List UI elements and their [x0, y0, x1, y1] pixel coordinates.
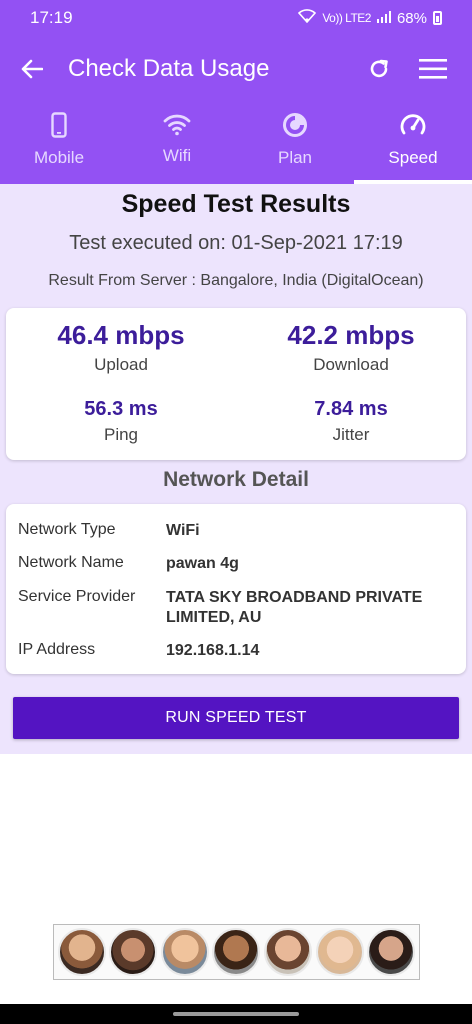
speedometer-icon [400, 114, 426, 135]
network-type-key: Network Type [18, 521, 116, 538]
network-detail-title: Network Detail [163, 468, 309, 491]
tab-mobile[interactable]: Mobile [0, 102, 118, 184]
avatar [315, 928, 364, 976]
tab-mobile-label: Mobile [33, 148, 85, 167]
network-detail-card: Network Type WiFi Network Name pawan 4g … [6, 504, 466, 674]
avatar [212, 928, 261, 976]
battery-percent: 68% [396, 9, 427, 27]
avatar [264, 928, 313, 976]
service-provider-key: Service Provider [18, 588, 136, 605]
service-provider-value: TATA SKY BROADBAND PRIVATE LIMITED, AU [166, 589, 423, 626]
tab-speed[interactable]: Speed [354, 102, 472, 184]
ping-label: Ping [103, 425, 139, 444]
app-bar: Check Data Usage [0, 36, 472, 102]
wifi-icon [163, 114, 191, 136]
menu-button[interactable] [406, 36, 460, 102]
tab-wifi[interactable]: Wifi [118, 102, 236, 184]
tab-bar: Mobile Wifi Plan Speed [0, 102, 472, 184]
page-title: Check Data Usage [68, 55, 270, 82]
download-value: 42.2 mbps [287, 320, 415, 350]
tab-plan[interactable]: Plan [236, 102, 354, 184]
home-indicator[interactable] [173, 1012, 299, 1016]
network-name-value: pawan 4g [166, 555, 239, 572]
refresh-button[interactable] [352, 36, 406, 102]
back-button[interactable] [0, 36, 64, 102]
avatar [160, 928, 209, 976]
upload-stat: 46.4 mbps Upload [6, 320, 236, 375]
status-bar: 17:19 Vo)) LTE2 68% [0, 0, 472, 36]
ip-address-value: 192.168.1.14 [166, 642, 260, 659]
speed-results-panel: Speed Test Results Test executed on: 01-… [0, 184, 472, 754]
refresh-icon [370, 59, 388, 78]
plan-icon [283, 113, 307, 137]
network-type-value: WiFi [166, 522, 200, 539]
executed-timestamp: Test executed on: 01-Sep-2021 17:19 [69, 232, 403, 254]
avatar [57, 928, 106, 976]
upload-label: Upload [94, 355, 148, 374]
avatar [109, 928, 158, 976]
download-label: Download [313, 355, 389, 374]
network-name-row: Network Name pawan 4g [18, 554, 458, 574]
ping-value: 56.3 ms [84, 398, 158, 420]
network-name-key: Network Name [18, 554, 124, 571]
avatar [367, 928, 416, 976]
wifi-status-icon [298, 9, 317, 27]
network-label: Vo)) LTE2 [322, 11, 371, 25]
server-info: Result From Server : Bangalore, India (D… [48, 272, 424, 289]
ip-address-row: IP Address 192.168.1.14 [18, 641, 458, 661]
tab-wifi-label: Wifi [162, 146, 192, 165]
status-icons: Vo)) LTE2 68% [298, 9, 442, 27]
tab-plan-label: Plan [277, 148, 313, 167]
service-provider-row: Service Provider TATA SKY BROADBAND PRIV… [18, 588, 458, 628]
hamburger-icon [419, 59, 447, 79]
jitter-value: 7.84 ms [314, 398, 388, 420]
jitter-label: Jitter [332, 425, 370, 444]
phone-icon [51, 112, 67, 138]
download-stat: 42.2 mbps Download [236, 320, 466, 375]
battery-icon [433, 11, 442, 25]
network-type-row: Network Type WiFi [18, 521, 458, 541]
speed-stats-card: 46.4 mbps Upload 42.2 mbps Download 56.3… [6, 308, 466, 460]
status-time: 17:19 [30, 8, 73, 27]
arrow-left-icon [21, 59, 43, 79]
ping-stat: 56.3 ms Ping [6, 398, 236, 445]
run-speed-test-button[interactable]: RUN SPEED TEST [13, 697, 459, 739]
ad-banner[interactable] [53, 924, 420, 980]
jitter-stat: 7.84 ms Jitter [236, 398, 466, 445]
tab-speed-label: Speed [388, 148, 438, 167]
system-nav-bar [0, 1004, 472, 1024]
results-title: Speed Test Results [121, 190, 351, 218]
signal-icon [376, 10, 391, 27]
ip-address-key: IP Address [18, 641, 96, 658]
upload-value: 46.4 mbps [57, 320, 185, 350]
